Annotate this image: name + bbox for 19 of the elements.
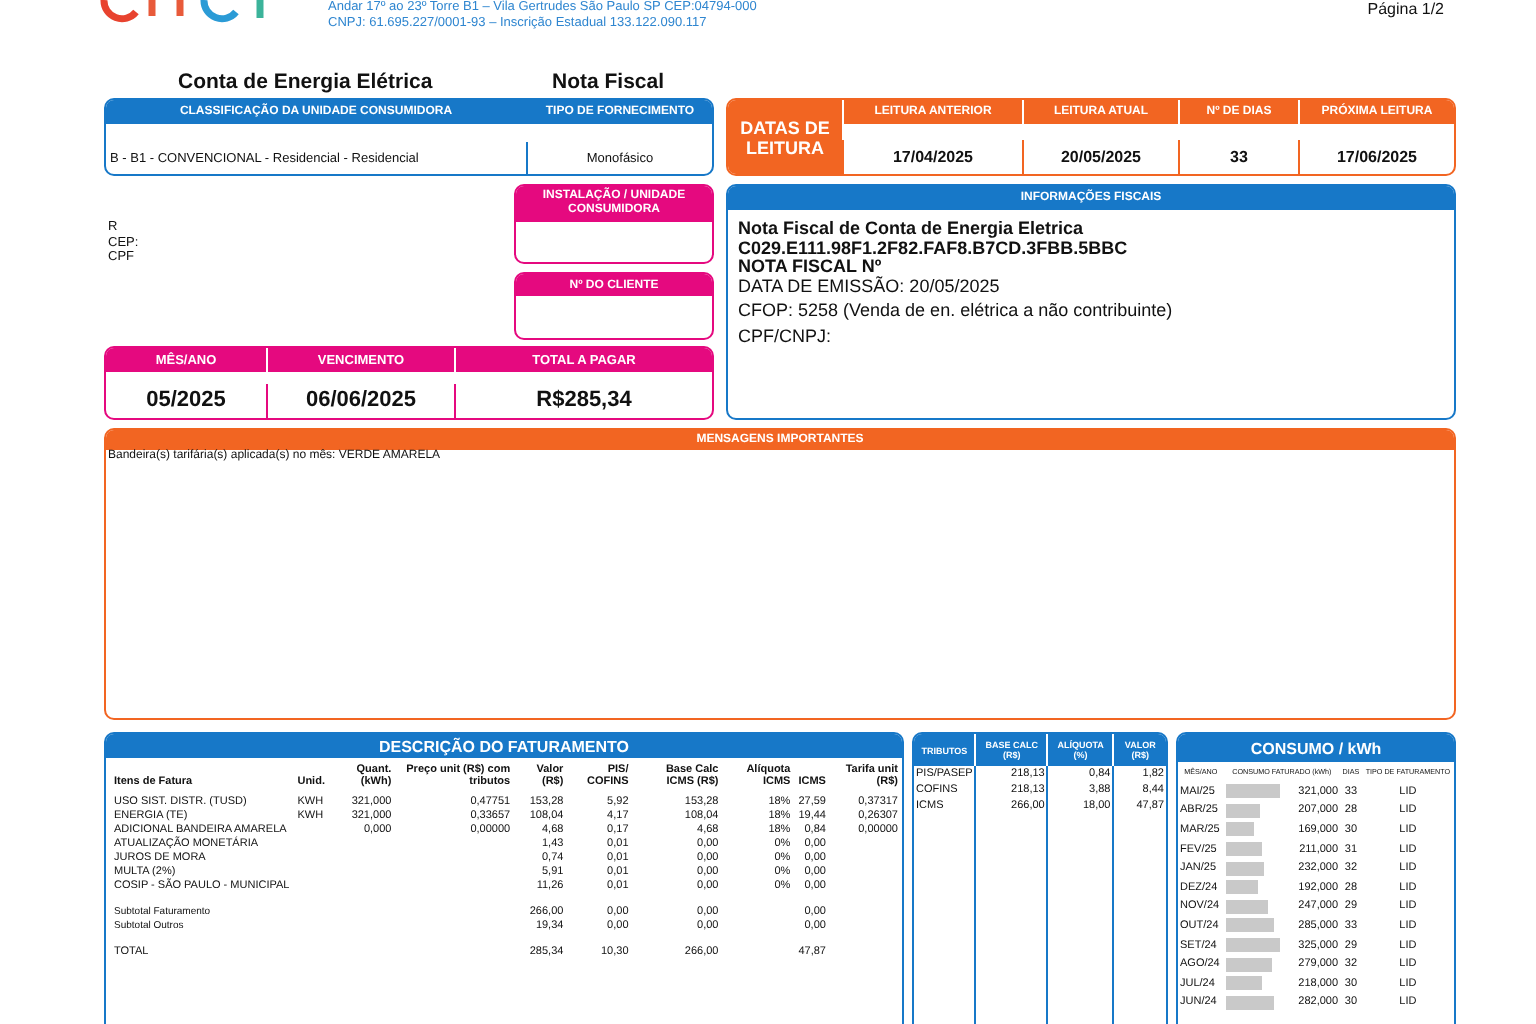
panel-header: DESCRIÇÃO DO FATURAMENTO (106, 734, 902, 758)
fiscal-line: NOTA FISCAL Nº (738, 258, 884, 276)
document-title: Conta de Energia Elétrica (178, 70, 435, 94)
table-cell: 33 (1178, 140, 1298, 174)
table-cell: 06/06/2025 (266, 383, 454, 418)
document-title: Nota Fiscal (552, 70, 665, 94)
table-cell-text: 05/2025 (144, 386, 228, 417)
table-cell: 17/04/2025 (842, 140, 1022, 174)
table-cell: 20/05/2025 (1022, 140, 1178, 174)
fiscal-line: DATA DE EMISSÃO: 20/05/2025 (738, 277, 1002, 296)
table-cell: 17/06/2025 (1298, 140, 1454, 174)
fiscal-line: Nota Fiscal de Conta de Energia Eletrica (738, 220, 1086, 239)
page-number: Página 1/2 (1367, 0, 1444, 18)
table-cell: R$285,34 (454, 383, 712, 418)
panel-label: DATAS DE LEITURA (728, 100, 842, 174)
fiscal-line: CPF/CNPJ: (738, 327, 834, 346)
fiscal-line: C029.E111.98F1.2F82.FAF8.B7CD.3FBB.5BBC (738, 239, 1130, 258)
fiscal-line: CFOP: 5258 (Venda de en. elétrica a não contribuinte) (738, 302, 1175, 321)
panel-header: CONSUMO / kWh (1178, 734, 1454, 762)
